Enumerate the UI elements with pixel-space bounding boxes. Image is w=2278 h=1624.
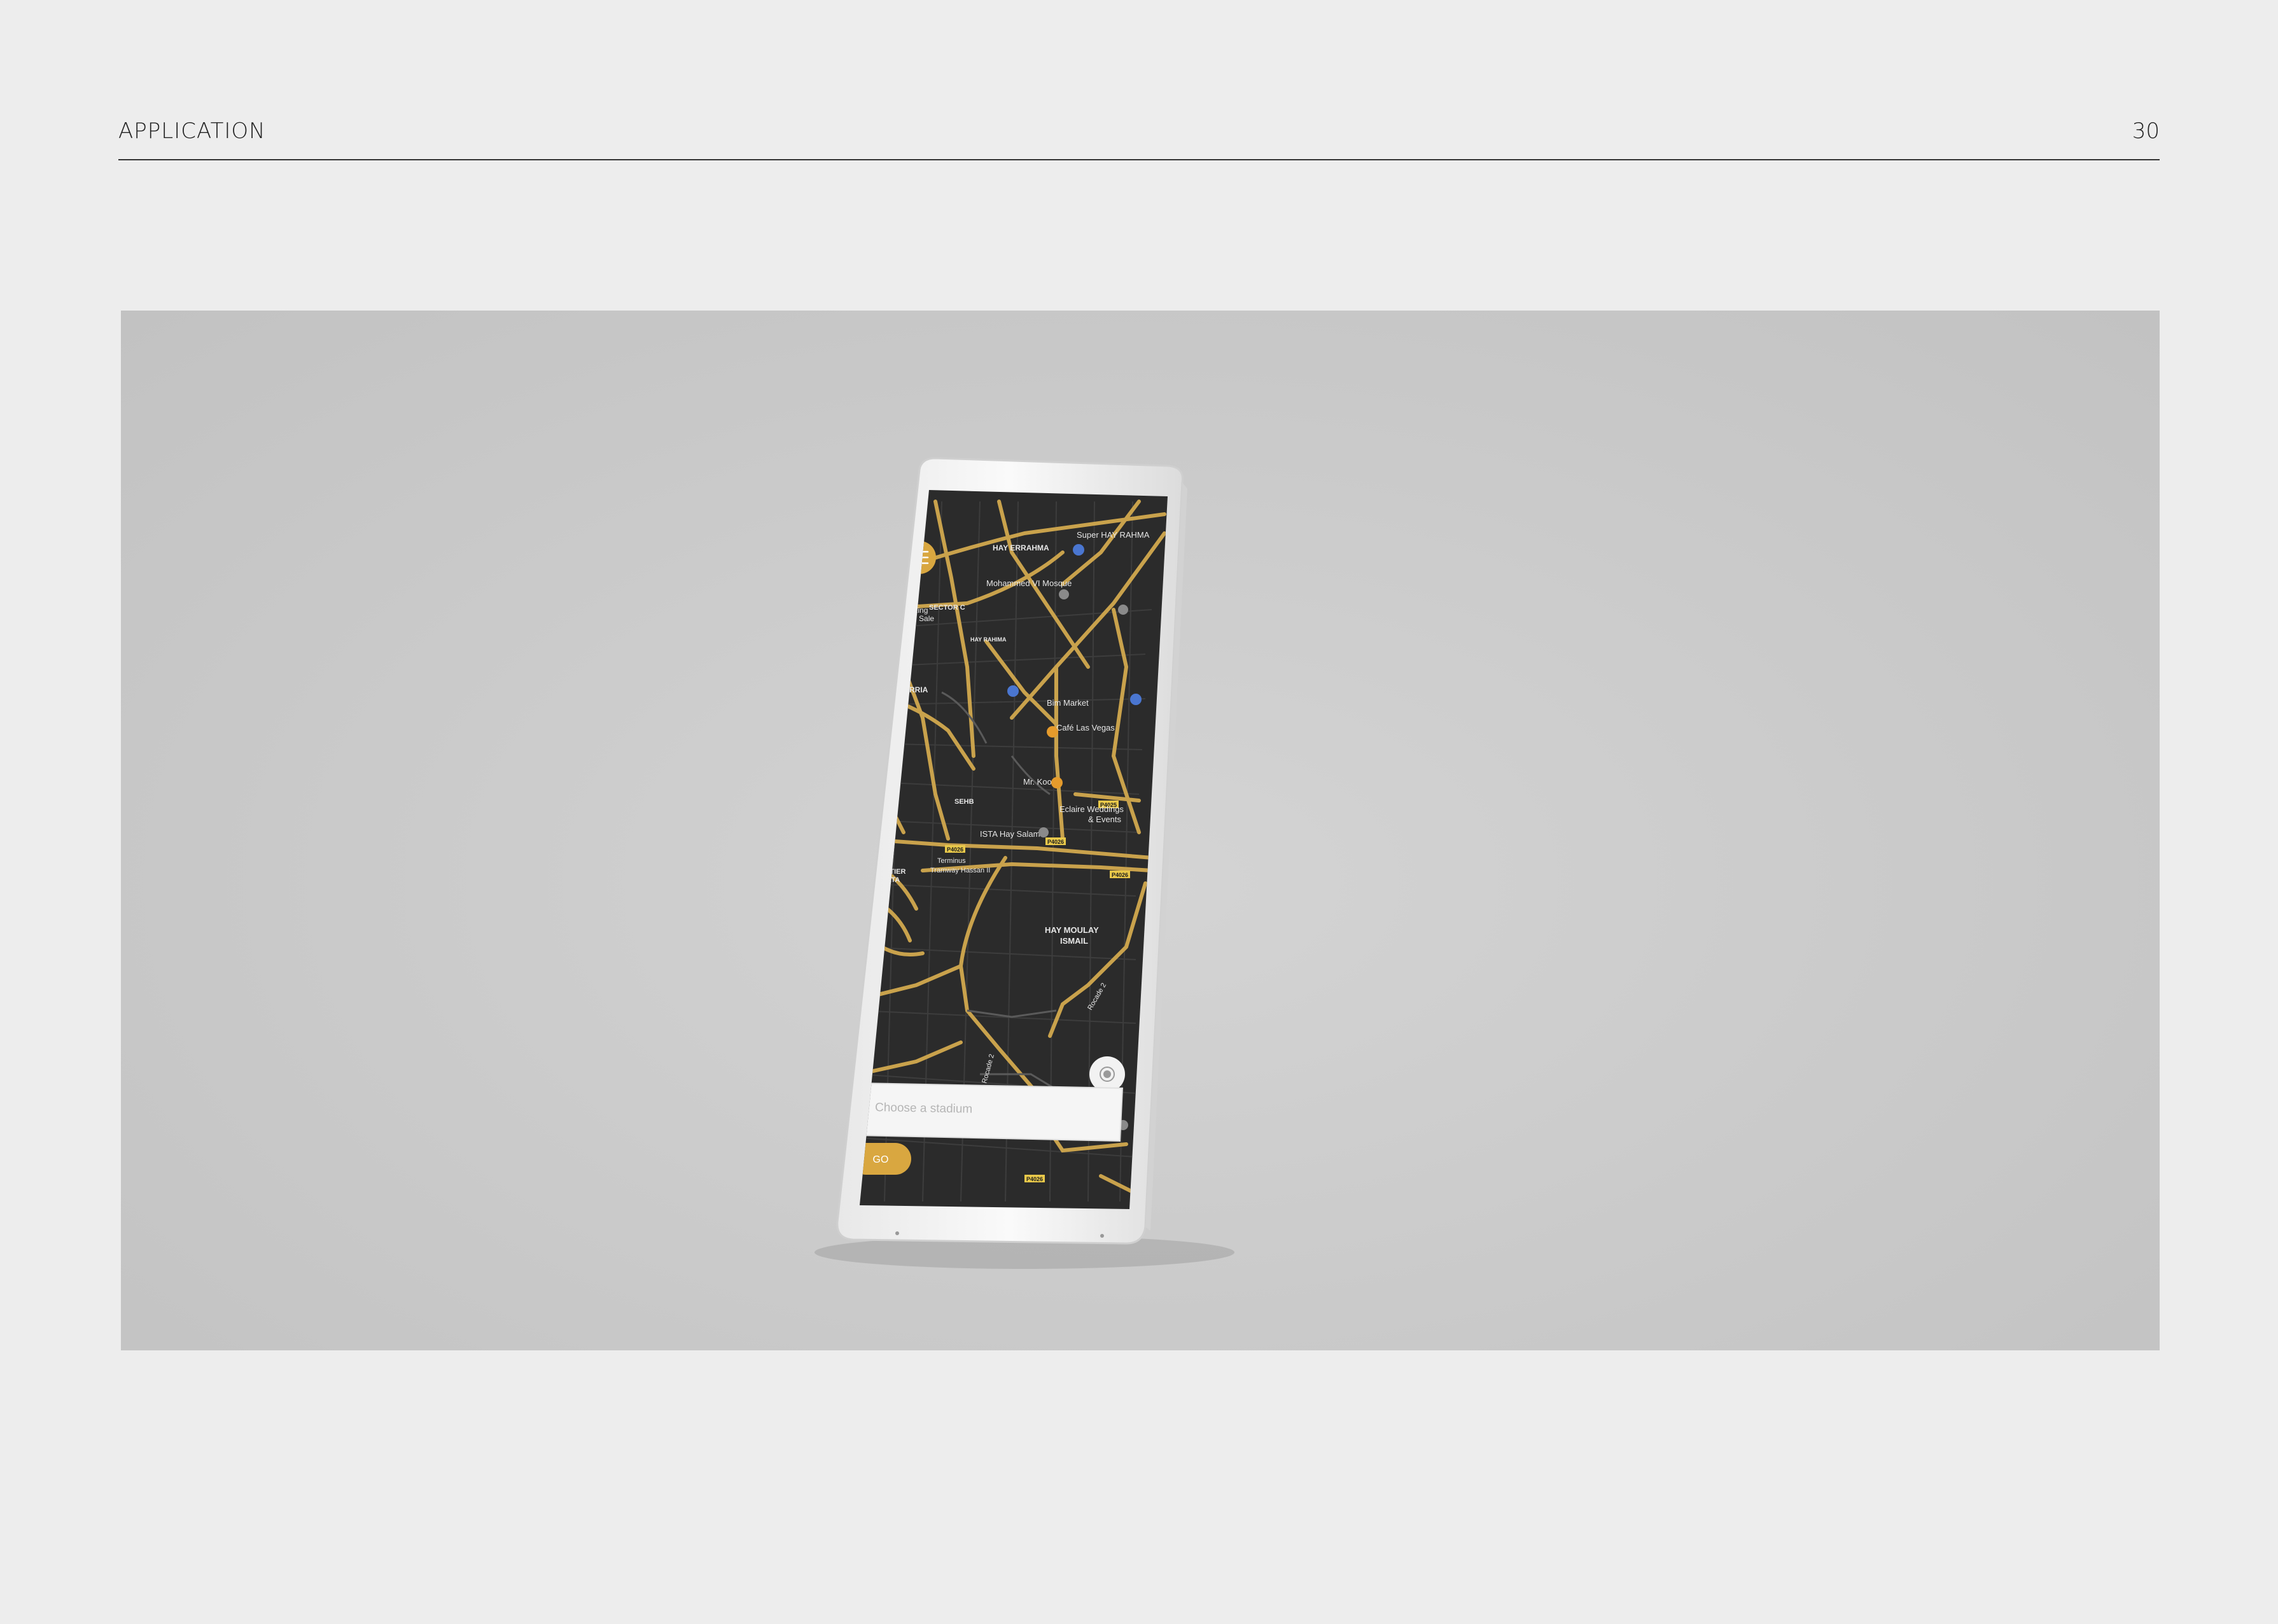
map-label: & Events: [1088, 815, 1122, 824]
map-label: Mohammed VI Mosque: [986, 578, 1072, 588]
map-label: Mr. Koo: [1023, 777, 1052, 787]
map-label: Terminus: [937, 857, 966, 865]
map-label: ISMAIL: [1060, 936, 1088, 946]
mockup-photo: P4026 P4026 P4025 P4026 P4026 HAY ERRAHM…: [121, 311, 2160, 1350]
map-pin-icon: [1007, 685, 1019, 697]
road-shield-label: P4026: [1026, 1176, 1043, 1182]
map-pin-icon: [1130, 694, 1142, 705]
header-divider: [118, 159, 2160, 160]
map-pin-icon: [1051, 777, 1063, 788]
phone-speaker-hole: [1100, 1234, 1104, 1238]
map-label: Café Las Vegas: [1056, 723, 1115, 732]
page-header-title: APPLICATION: [118, 118, 266, 144]
map-label: HAY ERRAHMA: [993, 543, 1049, 552]
map-pin-icon: [1059, 589, 1069, 599]
go-button-label: GO: [873, 1154, 889, 1165]
map-label: Bim Market: [1047, 698, 1089, 708]
road-shield-label: P4026: [1047, 839, 1064, 845]
locate-me-button[interactable]: [1089, 1056, 1125, 1092]
map-label: ISTA Hay Salam: [980, 829, 1040, 839]
map-pin-icon: [1047, 726, 1058, 738]
map-label: HAY MOULAY: [1045, 925, 1099, 935]
stadium-search-input[interactable]: Choose a stadium: [858, 1082, 1124, 1142]
map-label: Tramway Hassan II: [930, 867, 990, 874]
phone-mockup: P4026 P4026 P4025 P4026 P4026 HAY ERRAHM…: [814, 457, 1234, 1269]
map-pin-icon: [1038, 827, 1049, 837]
road-shield-label: P4026: [947, 846, 963, 853]
page-number: 30: [2132, 118, 2160, 144]
map-label: SECTOR C: [929, 604, 965, 612]
map-pin-icon: [1118, 605, 1128, 615]
road-shield-label: P4026: [1112, 872, 1128, 878]
map-label: HAY RAHIMA: [970, 636, 1007, 643]
map-label: Super HAY RAHMA: [1077, 530, 1150, 540]
map-pin-icon: [1073, 544, 1084, 556]
phone-speaker-hole: [895, 1231, 899, 1235]
map-label: Eclaire Weddings: [1059, 804, 1124, 814]
search-placeholder: Choose a stadium: [875, 1101, 972, 1116]
map-label: SEHB: [954, 798, 974, 806]
